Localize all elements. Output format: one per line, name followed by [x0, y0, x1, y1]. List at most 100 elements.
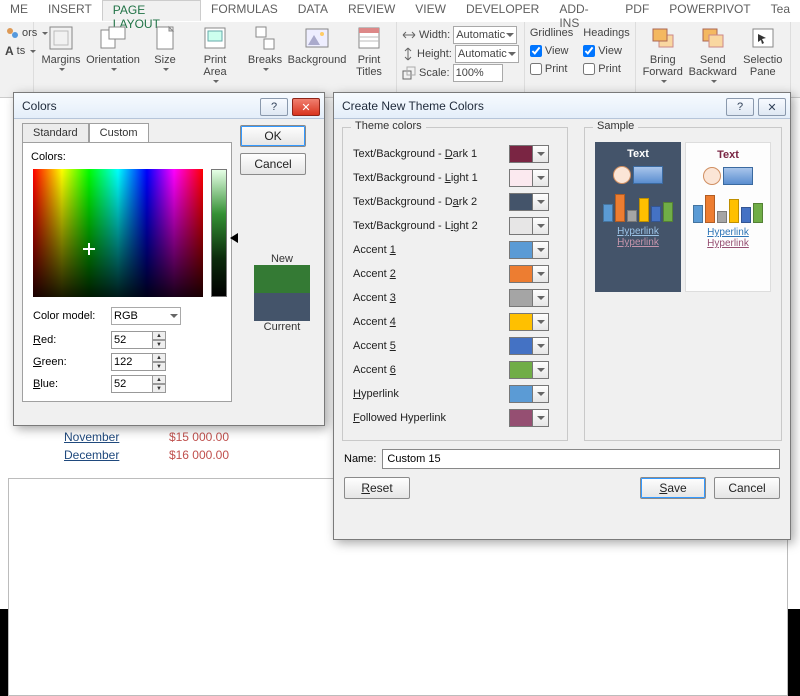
- ribbon-tab-tea[interactable]: Tea: [761, 0, 800, 21]
- theme-color-row: Accent 4: [353, 310, 557, 334]
- theme-color-picker[interactable]: [509, 193, 549, 211]
- send-backward-icon: [698, 24, 728, 52]
- ribbon-tab-page-layout[interactable]: PAGE LAYOUT: [102, 0, 201, 21]
- theme-color-picker[interactable]: [509, 289, 549, 307]
- scale-height-select[interactable]: Automatic: [455, 45, 519, 63]
- luminance-slider[interactable]: [211, 169, 227, 297]
- ribbon-tab-pdf[interactable]: PDF: [615, 0, 659, 21]
- ribbon-tab-powerpivot[interactable]: POWERPIVOT: [659, 0, 760, 21]
- theme-color-picker[interactable]: [509, 217, 549, 235]
- help-button[interactable]: ?: [260, 98, 288, 116]
- theme-color-row: Hyperlink: [353, 382, 557, 406]
- selection-pane-icon: [748, 24, 778, 52]
- theme-color-picker[interactable]: [509, 145, 549, 163]
- selection-pane-button[interactable]: Selectio Pane: [741, 24, 785, 83]
- help-button[interactable]: ?: [726, 98, 754, 116]
- table-row: December$16 000.00: [60, 446, 235, 464]
- send-backward-button[interactable]: Send Backward: [691, 24, 735, 83]
- ribbon-tabs: MEINSERTPAGE LAYOUTFORMULASDATAREVIEWVIE…: [0, 0, 800, 22]
- margins-button[interactable]: Margins: [39, 24, 83, 83]
- scale-width-select[interactable]: Automatic: [453, 26, 517, 44]
- theme-color-row: Text/Background - Light 1: [353, 166, 557, 190]
- theme-cancel-button[interactable]: Cancel: [714, 477, 780, 499]
- green-input[interactable]: ▲▼: [111, 353, 166, 371]
- size-icon: [150, 24, 180, 52]
- table-row: November$15 000.00: [60, 428, 235, 446]
- gridlines-view-check[interactable]: [530, 45, 542, 57]
- blue-input[interactable]: ▲▼: [111, 375, 166, 393]
- bring-forward-button[interactable]: Bring Forward: [641, 24, 685, 83]
- breaks-icon: [250, 24, 280, 52]
- gridlines-print-check[interactable]: [530, 63, 542, 75]
- close-button[interactable]: ✕: [292, 98, 320, 116]
- red-input[interactable]: ▲▼: [111, 331, 166, 349]
- ribbon-tab-add-ins[interactable]: ADD-INS: [549, 0, 615, 21]
- theme-color-picker[interactable]: [509, 313, 549, 331]
- gridlines-header: Gridlines: [530, 24, 573, 42]
- theme-color-row: Accent 6: [353, 358, 557, 382]
- ribbon: ors A ts Margins Orientation Size: [0, 22, 800, 98]
- theme-colors-dialog: Create New Theme Colors ? ✕ Theme colors…: [333, 92, 791, 540]
- spectrum-crosshair: [83, 243, 95, 255]
- ribbon-tab-view[interactable]: VIEW: [405, 0, 456, 21]
- background-icon: [302, 24, 332, 52]
- theme-color-row: Accent 1: [353, 238, 557, 262]
- close-button[interactable]: ✕: [758, 98, 786, 116]
- reset-button[interactable]: Reset: [344, 477, 410, 499]
- theme-color-row: Accent 5: [353, 334, 557, 358]
- color-model-select[interactable]: RGB: [111, 307, 181, 325]
- cancel-button[interactable]: Cancel: [240, 153, 306, 175]
- scale-row: Scale: 100%: [402, 64, 503, 82]
- colors-dialog: Colors ? ✕ Standard Custom Colors:: [13, 92, 325, 426]
- theme-color-row: Accent 2: [353, 262, 557, 286]
- theme-title: Create New Theme Colors: [342, 99, 484, 113]
- theme-color-row: Text/Background - Dark 1: [353, 142, 557, 166]
- name-label: Name:: [344, 453, 376, 465]
- headings-view-check[interactable]: [583, 45, 595, 57]
- background-button[interactable]: Background: [293, 24, 341, 83]
- ribbon-tab-review[interactable]: REVIEW: [338, 0, 405, 21]
- print-area-icon: [200, 24, 230, 52]
- theme-color-row: Text/Background - Dark 2: [353, 190, 557, 214]
- ribbon-tab-me[interactable]: ME: [0, 0, 38, 21]
- current-label: Current: [254, 321, 310, 333]
- colors-titlebar[interactable]: Colors ? ✕: [14, 93, 324, 119]
- color-spectrum[interactable]: [33, 169, 203, 297]
- theme-color-row: Text/Background - Light 2: [353, 214, 557, 238]
- theme-color-picker[interactable]: [509, 361, 549, 379]
- height-icon: [402, 47, 414, 61]
- ribbon-tab-formulas[interactable]: FORMULAS: [201, 0, 288, 21]
- color-model-label: Color model:: [33, 310, 105, 322]
- theme-color-row: Accent 3: [353, 286, 557, 310]
- name-input[interactable]: [382, 449, 780, 469]
- theme-color-picker[interactable]: [509, 385, 549, 403]
- theme-color-picker[interactable]: [509, 241, 549, 259]
- save-button[interactable]: Save: [640, 477, 706, 499]
- ok-button[interactable]: OK: [240, 125, 306, 147]
- scale-height-row: Height: Automatic: [402, 45, 519, 63]
- theme-color-picker[interactable]: [509, 409, 549, 427]
- sample-light: Text Hyperlink Hyperlink: [685, 142, 771, 292]
- tab-standard[interactable]: Standard: [22, 123, 89, 142]
- tab-custom[interactable]: Custom: [89, 123, 149, 142]
- headings-print-check[interactable]: [583, 63, 595, 75]
- ribbon-tab-data[interactable]: DATA: [288, 0, 338, 21]
- ribbon-tab-insert[interactable]: INSERT: [38, 0, 102, 21]
- theme-titlebar[interactable]: Create New Theme Colors ? ✕: [334, 93, 790, 119]
- theme-color-picker[interactable]: [509, 169, 549, 187]
- theme-color-picker[interactable]: [509, 265, 549, 283]
- breaks-button[interactable]: Breaks: [243, 24, 287, 83]
- themes-fonts[interactable]: A ts: [5, 42, 36, 60]
- scale-value[interactable]: 100%: [453, 64, 503, 82]
- print-area-button[interactable]: Print Area: [193, 24, 237, 83]
- theme-color-picker[interactable]: [509, 337, 549, 355]
- width-icon: [402, 29, 416, 41]
- print-titles-button[interactable]: Print Titles: [347, 24, 391, 83]
- size-button[interactable]: Size: [143, 24, 187, 83]
- orientation-button[interactable]: Orientation: [89, 24, 137, 83]
- scale-icon: [402, 66, 416, 80]
- new-label: New: [254, 253, 310, 265]
- scale-width-row: Width: Automatic: [402, 26, 517, 44]
- new-color-swatch: [254, 265, 310, 293]
- ribbon-tab-developer[interactable]: DEVELOPER: [456, 0, 549, 21]
